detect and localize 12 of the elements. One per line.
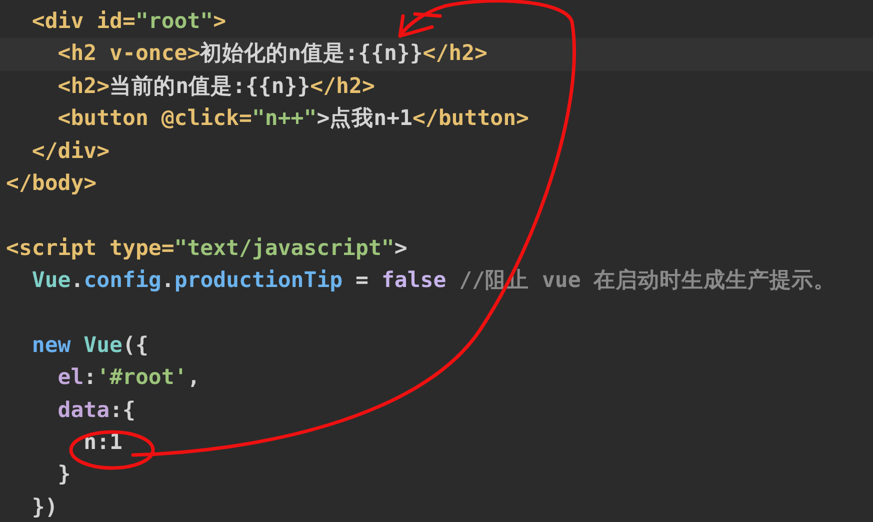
code-line: el:'#root',	[56, 364, 202, 392]
code-line: </body>	[6, 170, 98, 198]
code-line: </div>	[30, 138, 111, 166]
code-line: <button @click="n++">点我n+1</button>	[56, 105, 530, 134]
code-line: <div id="root">	[30, 8, 228, 36]
code-line: <h2>当前的n值是:{{n}}</h2>	[56, 72, 376, 101]
code-line: <script type="text/javascript">	[6, 234, 408, 263]
code-line: data:{	[56, 396, 136, 425]
code-line: })	[30, 494, 59, 522]
code-line: new Vue({	[30, 332, 150, 360]
code-line: }	[56, 461, 72, 490]
code-line: n:1	[82, 429, 124, 458]
